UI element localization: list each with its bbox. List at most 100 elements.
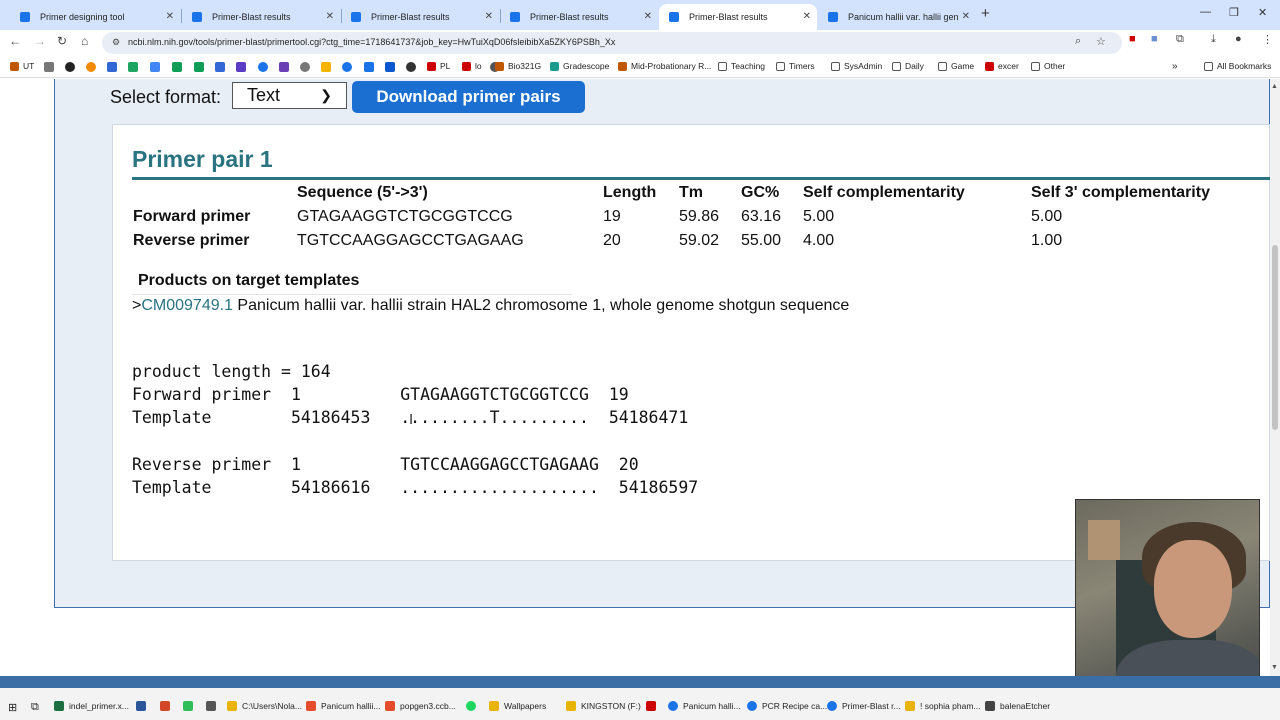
bookmark-icon	[985, 61, 994, 71]
bookmark-icon[interactable]	[321, 62, 331, 72]
url-text[interactable]: ncbi.nlm.nih.gov/tools/primer-blast/prim…	[128, 37, 615, 47]
scroll-up-icon[interactable]: ▲	[1271, 83, 1278, 90]
zoom-icon[interactable]: ⌕	[1075, 35, 1081, 48]
download-icon[interactable]: ⤓	[1211, 33, 1216, 46]
extension-icon[interactable]: ■	[1151, 33, 1158, 45]
firefox-icon	[385, 701, 395, 711]
bookmark-icon[interactable]	[342, 62, 352, 72]
taskbar-item[interactable]	[206, 701, 221, 711]
folder-icon	[1204, 61, 1213, 71]
accession-link[interactable]: CM009749.1	[141, 297, 233, 314]
maximize-icon[interactable]: ❐	[1229, 6, 1239, 19]
bookmark-folder-other[interactable]: Other	[1031, 61, 1065, 71]
taskbar-item[interactable]	[183, 701, 198, 711]
site-info-icon[interactable]: ⚙	[112, 37, 120, 48]
task-view-icon[interactable]: ⧉	[31, 701, 39, 714]
bookmark-pl[interactable]: PL	[427, 61, 450, 71]
bookmark-folder-all[interactable]: All Bookmarks	[1204, 61, 1271, 71]
extension-icon[interactable]: ■	[1129, 33, 1136, 45]
bookmark-icon[interactable]	[406, 62, 416, 72]
bookmark-icon[interactable]	[279, 62, 289, 72]
bookmark-folder-timers[interactable]: Timers	[776, 61, 815, 71]
taskbar-item[interactable]: Primer-Blast r...	[827, 701, 901, 711]
scroll-down-icon[interactable]: ▼	[1271, 664, 1278, 671]
close-icon[interactable]: ✕	[326, 11, 334, 22]
bookmarks-overflow-icon[interactable]: »	[1172, 61, 1178, 72]
taskbar-item[interactable]: Wallpapers	[489, 701, 546, 711]
forward-arrow-icon[interactable]: →	[34, 34, 46, 48]
download-primer-pairs-button[interactable]: Download primer pairs	[352, 81, 585, 113]
bookmark-bio321g[interactable]: Bio321G	[495, 61, 541, 71]
star-icon[interactable]: ☆	[1096, 35, 1106, 48]
bookmark-icon[interactable]	[385, 62, 395, 72]
taskbar-item[interactable]: Panicum halli...	[668, 701, 741, 711]
bookmark-icon[interactable]	[86, 62, 96, 72]
bookmark-icon[interactable]	[300, 62, 310, 72]
close-icon[interactable]: ✕	[803, 11, 811, 22]
taskbar-item[interactable]: indel_primer.x...	[54, 701, 129, 711]
bookmark-gradescope[interactable]: Gradescope	[550, 61, 609, 71]
close-icon[interactable]: ✕	[644, 11, 652, 22]
taskbar-item[interactable]	[160, 701, 175, 711]
start-icon[interactable]: ⊞	[8, 701, 17, 714]
taskbar-item[interactable]	[136, 701, 151, 711]
close-icon[interactable]: ✕	[166, 11, 174, 22]
menu-icon[interactable]: ⋮	[1262, 33, 1273, 46]
tab-panicum-hallii[interactable]: Panicum hallii var. hallii genom ✕	[818, 4, 976, 30]
taskbar-item[interactable]	[646, 701, 661, 711]
bookmark-icon[interactable]	[236, 62, 246, 72]
tab-primer-designing-tool[interactable]: Primer designing tool ✕	[10, 4, 180, 30]
taskbar-item[interactable]	[466, 701, 481, 711]
bookmark-icon[interactable]	[258, 62, 268, 72]
target-description: Panicum hallii var. hallii strain HAL2 c…	[232, 297, 850, 314]
minimize-icon[interactable]: —	[1200, 6, 1211, 18]
taskbar-label: Panicum hallii...	[321, 701, 381, 711]
bookmark-icon[interactable]	[172, 62, 182, 72]
home-icon[interactable]: ⌂	[81, 34, 88, 48]
bookmark-folder-game[interactable]: Game	[938, 61, 974, 71]
bookmark-folder-teaching[interactable]: Teaching	[718, 61, 765, 71]
window-close-icon[interactable]: ✕	[1258, 6, 1267, 19]
scrollbar-thumb[interactable]	[1272, 245, 1278, 430]
reload-icon[interactable]: ↻	[57, 34, 67, 48]
tab-primer-blast-1[interactable]: Primer-Blast results ✕	[182, 4, 340, 30]
taskbar-item[interactable]: KINGSTON (F:)	[566, 701, 641, 711]
taskbar-item[interactable]: Panicum hallii...	[306, 701, 381, 711]
taskbar-item[interactable]: popgen3.ccb...	[385, 701, 456, 711]
bookmark-icon[interactable]	[44, 62, 54, 72]
reverse-sequence: TGTCCAAGGAGCCTGAGAAG	[297, 232, 524, 249]
forward-tm: 59.86	[679, 208, 720, 225]
format-select[interactable]: Text ❯	[232, 82, 347, 109]
bookmark-lo[interactable]: lo	[462, 61, 482, 71]
tab-primer-blast-3[interactable]: Primer-Blast results ✕	[500, 4, 658, 30]
profile-icon[interactable]: ●	[1235, 33, 1242, 45]
bookmark-mid-probationary[interactable]: Mid-Probationary R...	[618, 61, 711, 71]
format-label: Select format:	[110, 87, 222, 107]
bookmark-icon[interactable]	[65, 62, 75, 72]
taskbar-item[interactable]: PCR Recipe ca...	[747, 701, 827, 711]
folder-icon	[892, 61, 901, 71]
bookmark-icon[interactable]	[150, 62, 160, 72]
bookmark-excer[interactable]: excer	[985, 61, 1019, 71]
bookmark-icon[interactable]	[194, 62, 204, 72]
drive-icon	[566, 701, 576, 711]
back-arrow-icon[interactable]: ←	[9, 34, 21, 48]
bookmark-icon[interactable]	[364, 62, 374, 72]
bookmark-folder-sysadmin[interactable]: SysAdmin	[831, 61, 882, 71]
tab-primer-blast-active[interactable]: Primer-Blast results ✕	[659, 4, 817, 30]
bookmark-ut[interactable]: UT	[10, 61, 34, 71]
bookmark-icon[interactable]	[128, 62, 138, 72]
taskbar-label: popgen3.ccb...	[400, 701, 456, 711]
tab-primer-blast-2[interactable]: Primer-Blast results ✕	[341, 4, 499, 30]
close-icon[interactable]: ✕	[962, 11, 970, 22]
extensions-icon[interactable]: ⧉	[1176, 33, 1184, 46]
bookmark-icon[interactable]	[107, 62, 117, 72]
close-icon[interactable]: ✕	[485, 11, 493, 22]
taskbar-item[interactable]: ! sophia pham...	[905, 701, 980, 711]
taskbar-item[interactable]: balenaEtcher	[985, 701, 1050, 711]
new-tab-button[interactable]: +	[981, 5, 990, 22]
taskbar-item[interactable]: C:\Users\Nola...	[227, 701, 302, 711]
address-bar[interactable]: ⚙ ncbi.nlm.nih.gov/tools/primer-blast/pr…	[102, 32, 1122, 54]
bookmark-icon[interactable]	[215, 62, 225, 72]
bookmark-folder-daily[interactable]: Daily	[892, 61, 924, 71]
